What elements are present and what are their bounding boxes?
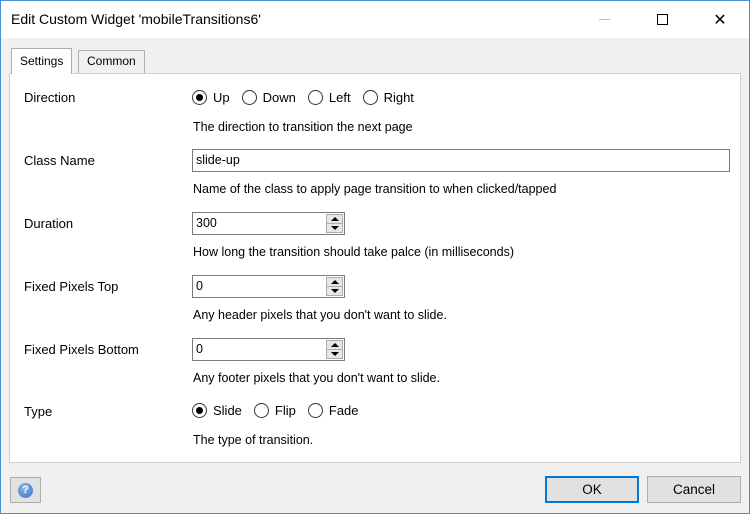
duration-description: How long the transition should take palc… — [193, 245, 514, 259]
radio-selected-icon[interactable] — [192, 403, 207, 418]
arrow-up-icon — [330, 217, 339, 221]
tab-strip: Settings Common — [9, 48, 741, 74]
radio-unselected-icon[interactable] — [307, 90, 323, 105]
radio-unselected-icon[interactable] — [307, 403, 323, 418]
class-name-label: Class Name — [24, 153, 95, 168]
stepper-buttons — [326, 277, 343, 296]
arrow-down-icon — [330, 352, 339, 356]
type-option-fade[interactable]: Fade — [307, 403, 359, 418]
radio-unselected-icon[interactable] — [253, 403, 269, 418]
radio-label: Flip — [274, 403, 296, 418]
type-option-flip[interactable]: Flip — [253, 403, 296, 418]
class-name-description: Name of the class to apply page transiti… — [193, 182, 557, 196]
direction-description: The direction to transition the next pag… — [193, 120, 413, 134]
type-label: Type — [24, 404, 53, 419]
ok-button[interactable]: OK — [545, 476, 639, 503]
fixed-bottom-label: Fixed Pixels Bottom — [24, 342, 139, 357]
minimize-icon — [598, 19, 610, 20]
arrow-up-icon — [330, 343, 339, 347]
fixed-bottom-value[interactable]: 0 — [196, 339, 203, 360]
radio-label: Right — [383, 90, 414, 105]
increment-button[interactable] — [326, 340, 343, 350]
radio-label: Down — [262, 90, 296, 105]
direction-radio-group: Up Down Left Right — [192, 90, 426, 105]
arrow-up-icon — [330, 280, 339, 284]
tab-common[interactable]: Common — [78, 50, 145, 73]
decrement-button[interactable] — [326, 224, 343, 233]
maximize-button[interactable] — [639, 1, 685, 38]
radio-label: Up — [213, 90, 230, 105]
radio-unselected-icon[interactable] — [241, 90, 257, 105]
fixed-top-label: Fixed Pixels Top — [24, 279, 119, 294]
window-title: Edit Custom Widget 'mobileTransitions6' — [11, 11, 261, 27]
class-name-input[interactable]: slide-up — [192, 149, 730, 172]
fixed-top-description: Any header pixels that you don't want to… — [193, 308, 447, 322]
help-button[interactable]: ? — [10, 477, 41, 503]
radio-label: Left — [328, 90, 351, 105]
fixed-top-value[interactable]: 0 — [196, 276, 203, 297]
dialog-window: Edit Custom Widget 'mobileTransitions6' … — [0, 0, 750, 514]
arrow-down-icon — [330, 289, 339, 293]
close-button[interactable]: ✕ — [697, 1, 743, 38]
arrow-down-icon — [330, 226, 339, 230]
fixed-bottom-description: Any footer pixels that you don't want to… — [193, 371, 440, 385]
duration-value[interactable]: 300 — [196, 213, 217, 234]
decrement-button[interactable] — [326, 350, 343, 359]
minimize-button[interactable] — [581, 1, 627, 38]
stepper-buttons — [326, 214, 343, 233]
tab-settings[interactable]: Settings — [11, 48, 73, 74]
fixed-bottom-stepper[interactable]: 0 — [192, 338, 345, 361]
decrement-button[interactable] — [326, 287, 343, 296]
increment-button[interactable] — [326, 214, 343, 224]
direction-option-up[interactable]: Up — [192, 90, 230, 105]
radio-label: Slide — [213, 403, 242, 418]
type-radio-group: Slide Flip Fade — [192, 403, 371, 418]
increment-button[interactable] — [326, 277, 343, 287]
direction-label: Direction — [24, 90, 76, 105]
radio-label: Fade — [328, 403, 359, 418]
duration-label: Duration — [24, 216, 74, 231]
direction-option-down[interactable]: Down — [241, 90, 296, 105]
title-bar: Edit Custom Widget 'mobileTransitions6' … — [1, 1, 749, 38]
direction-option-left[interactable]: Left — [307, 90, 351, 105]
type-description: The type of transition. — [193, 433, 314, 447]
maximize-icon — [656, 14, 668, 25]
type-option-slide[interactable]: Slide — [192, 403, 242, 418]
settings-panel: Direction Up Down Left Right The directi… — [9, 73, 741, 463]
stepper-buttons — [326, 340, 343, 359]
cancel-button[interactable]: Cancel — [647, 476, 741, 503]
close-icon: ✕ — [713, 11, 727, 29]
direction-option-right[interactable]: Right — [362, 90, 414, 105]
help-icon: ? — [18, 482, 33, 498]
radio-selected-icon[interactable] — [192, 90, 207, 105]
fixed-top-stepper[interactable]: 0 — [192, 275, 345, 298]
radio-unselected-icon[interactable] — [362, 90, 378, 105]
duration-stepper[interactable]: 300 — [192, 212, 345, 235]
